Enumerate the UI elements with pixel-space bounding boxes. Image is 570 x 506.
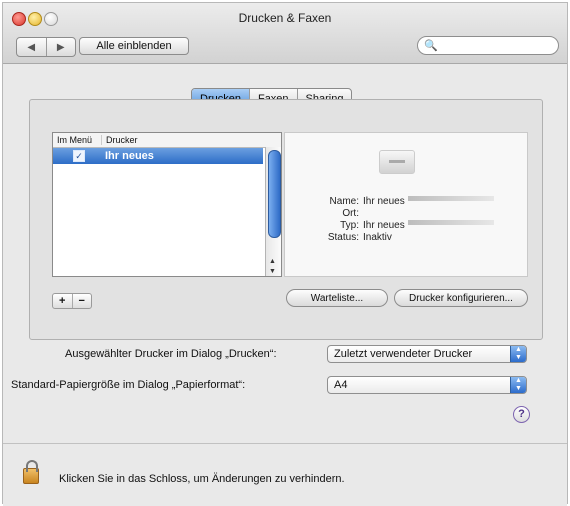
printer-row[interactable]: ✓ Ihr neues <box>53 148 263 164</box>
add-printer-button[interactable]: + <box>53 294 72 308</box>
name-value: Ihr neues <box>363 196 405 207</box>
paper-size-popup[interactable]: A4 ▲ ▼ <box>327 376 527 394</box>
search-input[interactable] <box>441 38 558 53</box>
selected-printer-popup[interactable]: Zuletzt verwendeter Drucker ▲ ▼ <box>327 345 527 363</box>
printer-info: Name: Ihr neues Ort: Typ: Ihr neues Status… <box>285 196 527 244</box>
lock-icon[interactable] <box>23 460 39 484</box>
name-label: Name: <box>329 196 359 207</box>
type-value: Ihr neues <box>363 220 405 231</box>
back-button[interactable]: ◀ <box>17 38 46 56</box>
search-icon: 🔍 <box>424 40 438 52</box>
search-field[interactable]: 🔍 <box>417 36 559 55</box>
printer-icon <box>379 150 415 174</box>
status-label: Status: <box>327 232 359 243</box>
preferences-content: Drucken Faxen Sharing Im Menü Drucker ✓ … <box>3 63 567 443</box>
scroll-down-icon[interactable]: ▼ <box>269 268 276 275</box>
show-all-button[interactable]: Alle einblenden <box>79 37 189 55</box>
preferences-window: Drucken & Faxen ◀ ▶ Alle einblenden 🔍 Dr… <box>2 2 568 506</box>
forward-button[interactable]: ▶ <box>45 38 76 56</box>
list-header: Im Menü Drucker <box>53 133 281 148</box>
paper-size-value: A4 <box>334 379 348 391</box>
selected-printer-label: Ausgewählter Drucker im Dialog „Drucken“… <box>65 348 277 360</box>
column-printer[interactable]: Drucker <box>102 135 138 145</box>
add-remove-group: + − <box>52 293 92 309</box>
help-button[interactable]: ? <box>513 406 530 423</box>
window-title: Drucken & Faxen <box>238 11 332 25</box>
scroll-thumb[interactable] <box>268 150 281 238</box>
popup-arrows-icon: ▲ ▼ <box>510 346 526 362</box>
queue-button[interactable]: Warteliste... <box>286 289 388 307</box>
type-label: Typ: <box>340 220 359 231</box>
printer-list: Im Menü Drucker ✓ Ihr neues ▲ ▼ <box>52 132 282 277</box>
in-menu-checkbox[interactable]: ✓ <box>73 150 85 162</box>
lock-message: Klicken Sie in das Schloss, um Änderunge… <box>59 473 345 485</box>
printer-details: Name: Ihr neues Ort: Typ: Ihr neues Status… <box>284 132 528 277</box>
location-label: Ort: <box>342 208 359 219</box>
popup-arrows-icon: ▲ ▼ <box>510 377 526 393</box>
window-toolbar: Drucken & Faxen ◀ ▶ Alle einblenden 🔍 <box>3 3 567 64</box>
printer-list-scrollbar[interactable]: ▲ ▼ <box>265 147 281 276</box>
selected-printer-value: Zuletzt verwendeter Drucker <box>334 348 473 360</box>
lock-footer: Klicken Sie in das Schloss, um Änderunge… <box>3 443 567 506</box>
configure-printer-button[interactable]: Drucker konfigurieren... <box>394 289 528 307</box>
history-nav: ◀ ▶ <box>16 37 76 57</box>
status-value: Inaktiv <box>363 232 392 243</box>
scroll-up-icon[interactable]: ▲ <box>269 258 276 265</box>
printing-panel: Im Menü Drucker ✓ Ihr neues ▲ ▼ Name: Ihr… <box>29 99 543 340</box>
column-in-menu[interactable]: Im Menü <box>53 135 102 145</box>
remove-printer-button[interactable]: − <box>71 294 92 308</box>
paper-size-label: Standard-Papiergröße im Dialog „Papierfo… <box>11 379 246 391</box>
printer-name: Ihr neues <box>105 150 154 162</box>
redacted-type <box>407 220 494 225</box>
redacted-name <box>407 196 494 201</box>
